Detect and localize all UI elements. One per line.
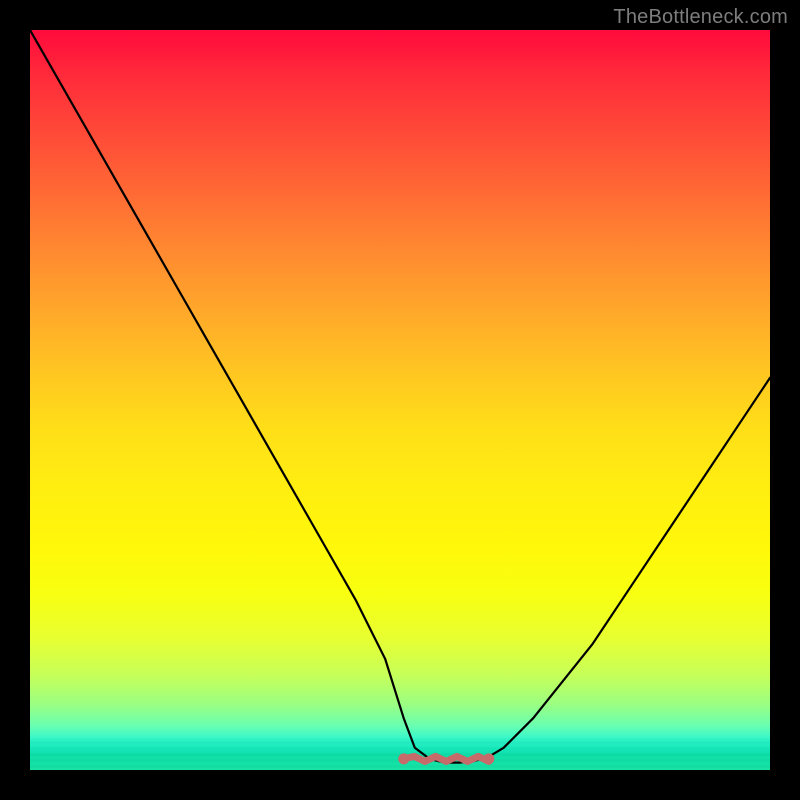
bottleneck-curve bbox=[30, 30, 770, 770]
watermark-text: TheBottleneck.com bbox=[613, 6, 788, 29]
flat-endpoint-right bbox=[483, 753, 494, 764]
plot-area bbox=[30, 30, 770, 770]
curve-path bbox=[30, 30, 770, 763]
flat-segment bbox=[404, 756, 489, 761]
flat-endpoint-left bbox=[398, 753, 409, 764]
chart-frame: TheBottleneck.com bbox=[0, 0, 800, 800]
